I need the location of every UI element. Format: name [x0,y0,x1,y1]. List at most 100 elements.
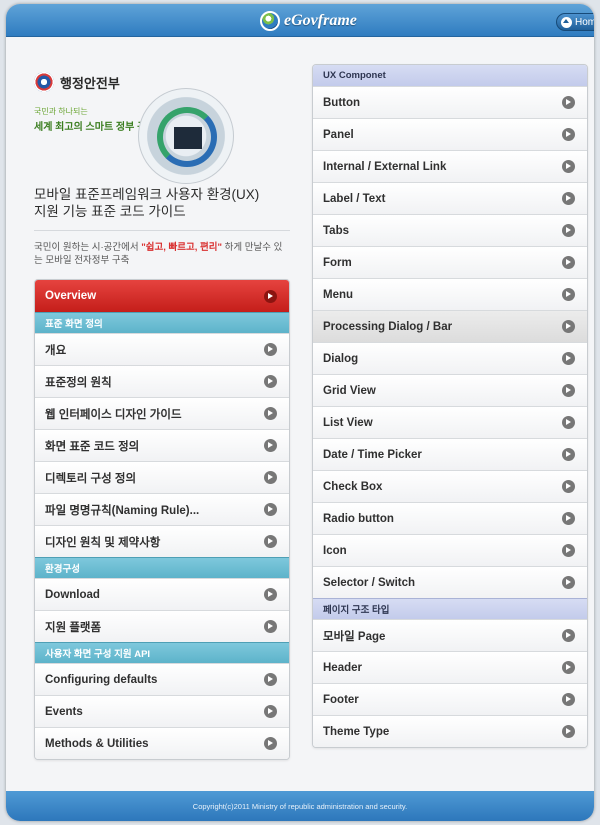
nav-item[interactable]: Header [313,651,587,683]
chevron-right-icon [264,737,277,750]
chevron-right-icon [562,512,575,525]
nav-item-label: 표준정의 원칙 [45,376,112,389]
top-header-bar: eGovframe Home [6,4,594,37]
nav-item-label: Menu [323,288,354,301]
nav-item[interactable]: Check Box [313,470,587,502]
brand-logo[interactable]: eGovframe [260,10,357,32]
nav-item[interactable]: Icon [313,534,587,566]
chevron-right-icon [562,448,575,461]
intro-banner: 행정안전부 국민과 하나되는 세계 최고의 스마트 정부 구현 [34,72,290,198]
nav-item-hovered[interactable]: Processing Dialog / Bar [313,310,587,342]
nav-item-label: Configuring defaults [45,673,158,686]
nav-item[interactable]: Radio button [313,502,587,534]
app-frame: eGovframe Home 행정안전부 국민과 하나되는 세계 최고의 스마트… [6,4,594,821]
chevron-right-icon [562,256,575,269]
chevron-right-icon [562,224,575,237]
chevron-right-icon [562,693,575,706]
chevron-right-icon [562,288,575,301]
nav-item[interactable]: Date / Time Picker [313,438,587,470]
right-column: UX Componet Button Panel Internal / Exte… [312,64,588,748]
nav-item[interactable]: Form [313,246,587,278]
nav-item-label: Tabs [323,224,349,237]
nav-item[interactable]: Button [313,86,587,118]
home-button[interactable]: Home [556,13,594,31]
chevron-right-icon [264,471,277,484]
chevron-right-icon [562,544,575,557]
section-header-screen-definition: 표준 화면 정의 [35,312,289,333]
nav-item-label: Footer [323,693,359,706]
chevron-right-icon [264,503,277,516]
home-icon [561,16,572,28]
nav-item[interactable]: 표준정의 원칙 [35,365,289,397]
nav-item[interactable]: Internal / External Link [313,150,587,182]
nav-item-label: Check Box [323,480,383,493]
nav-item[interactable]: 화면 표준 코드 정의 [35,429,289,461]
nav-item[interactable]: 지원 플랫폼 [35,610,289,642]
nav-item-label: 디렉토리 구성 정의 [45,472,137,485]
section-header-api: 사용자 화면 구성 지원 API [35,642,289,663]
nav-item[interactable]: Events [35,695,289,727]
nav-item-label: Internal / External Link [323,160,447,173]
nav-item[interactable]: Methods & Utilities [35,727,289,759]
nav-item-label: Radio button [323,512,394,525]
chevron-right-icon [562,480,575,493]
nav-item[interactable]: Theme Type [313,715,587,747]
chevron-right-icon [562,352,575,365]
nav-item-label: Form [323,256,352,269]
chevron-right-icon [264,705,277,718]
nav-item[interactable]: Download [35,578,289,610]
nav-item[interactable]: 파일 명명규칙(Naming Rule)... [35,493,289,525]
globe-logo-icon [260,11,280,31]
nav-item[interactable]: 웹 인터페이스 디자인 가이드 [35,397,289,429]
hero-monitor-graphic [174,127,202,149]
right-nav-list: UX Componet Button Panel Internal / Exte… [312,64,588,748]
chevron-right-icon [562,128,575,141]
nav-item-label: 웹 인터페이스 디자인 가이드 [45,408,182,421]
nav-item[interactable]: Menu [313,278,587,310]
chevron-right-icon [562,661,575,674]
chevron-right-icon [264,535,277,548]
nav-item[interactable]: Footer [313,683,587,715]
chevron-right-icon [264,375,277,388]
chevron-right-icon [562,320,575,333]
intro-divider [34,230,290,231]
government-seal-icon [34,72,54,92]
nav-item[interactable]: Configuring defaults [35,663,289,695]
brand-title: eGovframe [284,12,357,29]
nav-item[interactable]: Tabs [313,214,587,246]
nav-item[interactable]: 디자인 원칙 및 제약사항 [35,525,289,557]
intro-description: 국민이 원하는 시·공간에서 "쉽고, 빠르고, 편리" 하게 만날수 있는 모… [34,241,290,267]
nav-item[interactable]: Dialog [313,342,587,374]
nav-item[interactable]: 모바일 Page [313,619,587,651]
chevron-right-icon [264,673,277,686]
nav-item-label: Grid View [323,384,376,397]
nav-item[interactable]: Selector / Switch [313,566,587,598]
section-header-ux-component: UX Componet [313,65,587,86]
chevron-right-icon [562,725,575,738]
nav-item-overview[interactable]: Overview [35,280,289,312]
nav-item-label: Selector / Switch [323,576,416,589]
chevron-right-icon [562,416,575,429]
ministry-logo: 행정안전부 [34,72,290,92]
desc-prefix: 국민이 원하는 시·공간에서 [34,242,142,253]
nav-item[interactable]: List View [313,406,587,438]
nav-item-label: Download [45,588,100,601]
nav-item-label: 모바일 Page [323,630,386,643]
nav-item[interactable]: 디렉토리 구성 정의 [35,461,289,493]
chevron-right-icon [562,384,575,397]
chevron-right-icon [562,629,575,642]
nav-item[interactable]: Grid View [313,374,587,406]
nav-item-label: 파일 명명규칙(Naming Rule)... [45,504,200,517]
nav-item[interactable]: Panel [313,118,587,150]
nav-item[interactable]: 개요 [35,333,289,365]
nav-item-label: List View [323,416,373,429]
section-header-page-structure: 페이지 구조 타입 [313,598,587,619]
nav-item-label: Processing Dialog / Bar [323,320,453,333]
chevron-right-icon [264,620,277,633]
page-title-line2: 지원 기능 표준 코드 가이드 [34,204,186,219]
hero-illustration [138,88,234,184]
nav-item-label: 지원 플랫폼 [45,621,102,634]
nav-item-label: 화면 표준 코드 정의 [45,440,140,453]
nav-item[interactable]: Label / Text [313,182,587,214]
nav-item-label: Header [323,661,362,674]
